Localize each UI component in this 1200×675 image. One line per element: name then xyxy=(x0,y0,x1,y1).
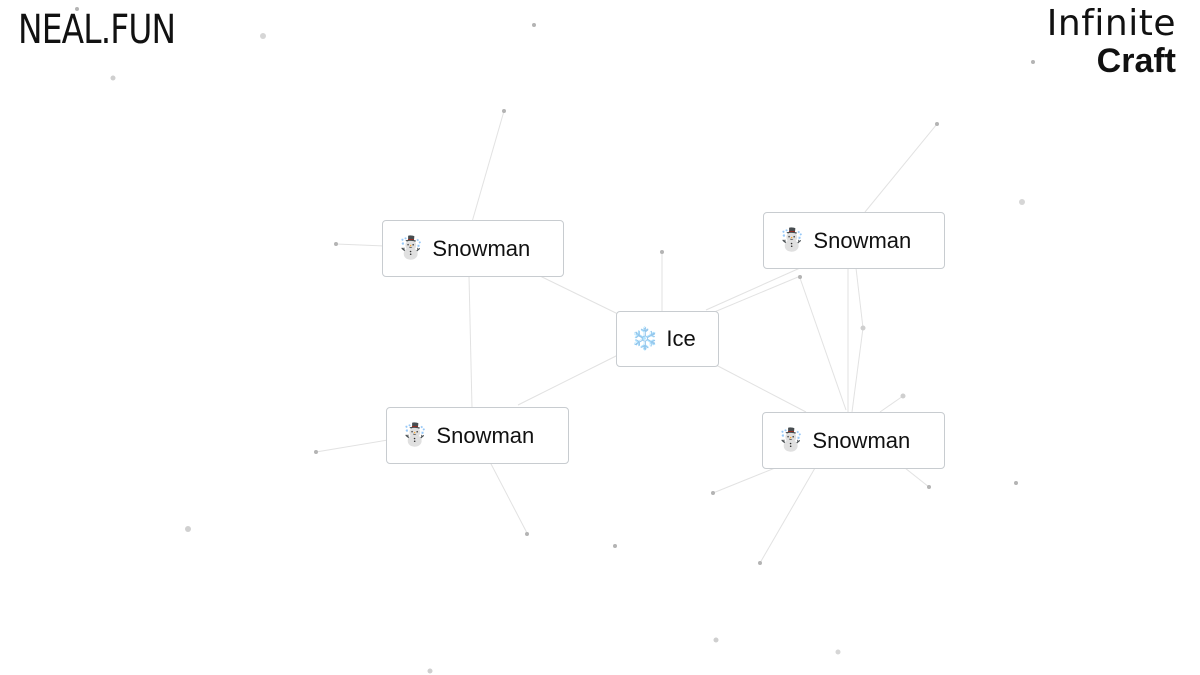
game-canvas[interactable]: NEAL.FUN Infinite Craft ☃️ Snowman ☃️ Sn… xyxy=(0,0,1200,675)
brand-title-craft: Craft xyxy=(1096,42,1176,80)
connection-line xyxy=(468,275,473,409)
connection-line xyxy=(471,110,505,223)
connection-line xyxy=(335,243,385,247)
element-card-ice[interactable]: ❄️ Ice xyxy=(616,311,719,367)
connection-line xyxy=(759,467,816,564)
connection-line xyxy=(315,439,389,453)
connection-line xyxy=(799,277,847,411)
connection-line xyxy=(539,275,621,316)
connection-line xyxy=(851,327,864,413)
neal-fun-logo[interactable]: NEAL.FUN xyxy=(18,10,176,50)
connection-line xyxy=(855,267,864,329)
element-label: Snowman xyxy=(432,235,531,261)
particles xyxy=(75,7,1035,674)
element-card-snowman[interactable]: ☃️ Snowman xyxy=(763,212,945,269)
element-card-snowman[interactable]: ☃️ Snowman xyxy=(382,220,564,277)
snowflake-icon: ❄️ xyxy=(631,326,659,352)
element-label: Snowman xyxy=(813,227,912,253)
element-label: Snowman xyxy=(436,422,535,448)
element-card-snowman[interactable]: ☃️ Snowman xyxy=(762,412,945,469)
connection-line xyxy=(864,123,938,213)
element-label: Snowman xyxy=(812,427,911,453)
connection-line xyxy=(879,395,904,413)
connection-line xyxy=(517,354,619,406)
element-card-snowman[interactable]: ☃️ Snowman xyxy=(386,407,569,464)
connection-line xyxy=(712,467,776,494)
snowman-icon: ☃️ xyxy=(778,228,806,253)
particle-background xyxy=(75,7,1035,674)
snowman-icon: ☃️ xyxy=(397,236,425,261)
connection-line xyxy=(489,461,528,534)
brand-title-infinite: Infinite xyxy=(1046,3,1176,44)
connection-line xyxy=(705,267,801,311)
element-label: Ice xyxy=(666,326,696,351)
infinite-craft-brand: Infinite Craft xyxy=(1046,3,1176,80)
connection-line xyxy=(715,364,807,413)
snowman-icon: ☃️ xyxy=(401,423,429,448)
connection-line xyxy=(904,467,930,488)
snowman-icon: ☃️ xyxy=(777,428,805,453)
